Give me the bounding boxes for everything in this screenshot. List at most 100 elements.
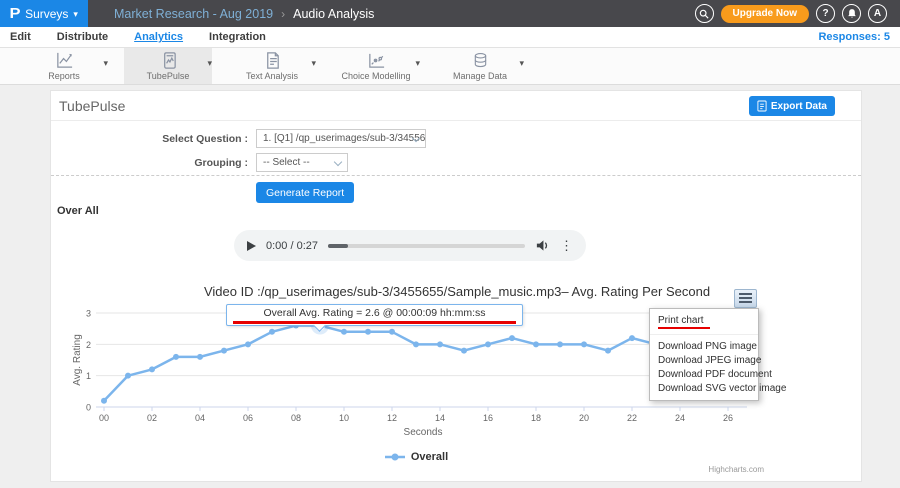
breadcrumb: Market Research - Aug 2019 › Audio Analy… [114, 7, 374, 21]
menu-divider [650, 334, 758, 335]
reports-chart-icon [55, 51, 74, 70]
manage-data-icon [471, 51, 490, 70]
caret-down-icon[interactable]: ▾ [103, 58, 108, 69]
search-button[interactable] [695, 4, 714, 23]
legend-label: Overall [411, 451, 448, 463]
avatar-initial: A [874, 8, 881, 19]
svg-text:18: 18 [531, 413, 541, 423]
menu-item-download-pdf[interactable]: Download PDF document [650, 367, 758, 381]
chart-container: Video ID :/qp_userimages/sub-3/3455655/S… [51, 284, 863, 480]
nav-item-analytics[interactable]: Analytics [134, 31, 183, 43]
panel-header: TubePulse Export Data [51, 91, 861, 121]
toolbar-item-text-analysis[interactable]: Text Analysis ▾ [228, 48, 316, 84]
chart-tooltip: Overall Avg. Rating = 2.6 @ 00:00:09 hh:… [226, 304, 523, 326]
toolbar-item-manage-data[interactable]: Manage Data ▾ [436, 48, 524, 84]
svg-text:12: 12 [387, 413, 397, 423]
content-area: TubePulse Export Data Select Question : … [0, 85, 900, 488]
play-button-icon[interactable] [247, 241, 256, 251]
upgrade-now-button[interactable]: Upgrade Now [721, 5, 809, 23]
annotation-underline [233, 321, 516, 324]
svg-text:24: 24 [675, 413, 685, 423]
audio-seek-bar[interactable] [328, 244, 525, 248]
caret-down-icon[interactable]: ▾ [311, 58, 316, 69]
grouping-label: Grouping : [51, 157, 248, 169]
svg-text:00: 00 [99, 413, 109, 423]
tubepulse-panel: TubePulse Export Data Select Question : … [50, 90, 862, 482]
caret-down-icon: ▾ [73, 9, 78, 20]
select-question-label: Select Question : [51, 133, 248, 145]
top-header: P Surveys ▾ Market Research - Aug 2019 ›… [0, 0, 900, 27]
analytics-toolbar: Reports ▾ TubePulse ▾ Text Analysis ▾ Ch… [0, 48, 900, 85]
breadcrumb-separator-icon: › [281, 7, 285, 21]
kebab-menu-icon[interactable]: ⋮ [560, 239, 573, 252]
grouping-value: -- Select -- [263, 157, 310, 168]
caret-down-icon[interactable]: ▾ [519, 58, 524, 69]
header-actions: Upgrade Now ? A [695, 4, 900, 23]
toolbar-item-label: Manage Data [453, 71, 507, 81]
svg-text:14: 14 [435, 413, 445, 423]
choice-modelling-icon [367, 51, 386, 70]
caret-down-icon[interactable]: ▾ [207, 58, 212, 69]
nav-item-integration[interactable]: Integration [209, 31, 266, 43]
toolbar-item-reports[interactable]: Reports ▾ [20, 48, 108, 84]
page-title: TubePulse [59, 98, 125, 114]
notifications-button[interactable] [842, 4, 861, 23]
highcharts-credit[interactable]: Highcharts.com [708, 465, 764, 474]
svg-text:Avg. Rating: Avg. Rating [72, 334, 83, 386]
hamburger-icon [739, 293, 752, 295]
surveys-menu[interactable]: P Surveys ▾ [0, 0, 88, 27]
audio-player: 0:00 / 0:27 ⋮ [234, 230, 586, 261]
search-icon [699, 9, 709, 19]
toolbar-item-label: Text Analysis [246, 71, 298, 81]
svg-text:2: 2 [86, 340, 91, 350]
dotted-divider [51, 175, 861, 176]
breadcrumb-current-page: Audio Analysis [293, 7, 374, 21]
responses-count[interactable]: Responses: 5 [818, 31, 890, 43]
text-analysis-icon [263, 51, 282, 70]
volume-icon[interactable] [535, 238, 550, 253]
svg-text:20: 20 [579, 413, 589, 423]
breadcrumb-survey-name[interactable]: Market Research - Aug 2019 [114, 7, 273, 21]
menu-item-print-chart[interactable]: Print chart [650, 313, 758, 327]
generate-report-button[interactable]: Generate Report [256, 182, 354, 203]
bell-icon [847, 8, 857, 19]
svg-text:3: 3 [86, 309, 91, 319]
select-question-dropdown[interactable]: 1. [Q1] /qp_userimages/sub-3/3455655/S..… [256, 129, 426, 148]
menu-item-download-png[interactable]: Download PNG image [650, 339, 758, 353]
questionpro-logo: P [10, 5, 21, 22]
svg-text:0: 0 [86, 403, 91, 413]
export-file-icon [757, 100, 767, 112]
toolbar-item-label: Choice Modelling [341, 71, 410, 81]
legend-item-overall[interactable]: Overall [51, 451, 781, 463]
svg-text:16: 16 [483, 413, 493, 423]
export-data-label: Export Data [771, 101, 827, 112]
nav-item-edit[interactable]: Edit [10, 31, 31, 43]
menu-item-download-jpeg[interactable]: Download JPEG image [650, 353, 758, 367]
chevron-down-icon [334, 158, 342, 166]
app-root: P Surveys ▾ Market Research - Aug 2019 ›… [0, 0, 900, 488]
tubepulse-icon [159, 51, 178, 70]
caret-down-icon[interactable]: ▾ [415, 58, 420, 69]
svg-text:08: 08 [291, 413, 301, 423]
menu-item-download-svg[interactable]: Download SVG vector image [650, 381, 758, 395]
help-button[interactable]: ? [816, 4, 835, 23]
toolbar-item-tubepulse[interactable]: TubePulse ▾ [124, 48, 212, 84]
product-name: Surveys [25, 7, 68, 21]
tooltip-text: Overall Avg. Rating = 2.6 @ 00:00:09 hh:… [233, 307, 516, 319]
svg-text:02: 02 [147, 413, 157, 423]
annotation-underline [658, 327, 710, 329]
svg-text:Seconds: Seconds [404, 427, 443, 438]
chart-export-menu: Print chart Download PNG image Download … [649, 308, 759, 401]
nav-item-distribute[interactable]: Distribute [57, 31, 108, 43]
toolbar-item-label: TubePulse [147, 71, 190, 81]
svg-text:06: 06 [243, 413, 253, 423]
svg-text:26: 26 [723, 413, 733, 423]
svg-text:04: 04 [195, 413, 205, 423]
section-label-overall: Over All [57, 205, 99, 217]
audio-time: 0:00 / 0:27 [266, 240, 318, 252]
grouping-dropdown[interactable]: -- Select -- [256, 153, 348, 172]
hamburger-icon [739, 297, 752, 299]
toolbar-item-choice-modelling[interactable]: Choice Modelling ▾ [332, 48, 420, 84]
export-data-button[interactable]: Export Data [749, 96, 835, 116]
avatar[interactable]: A [868, 4, 887, 23]
